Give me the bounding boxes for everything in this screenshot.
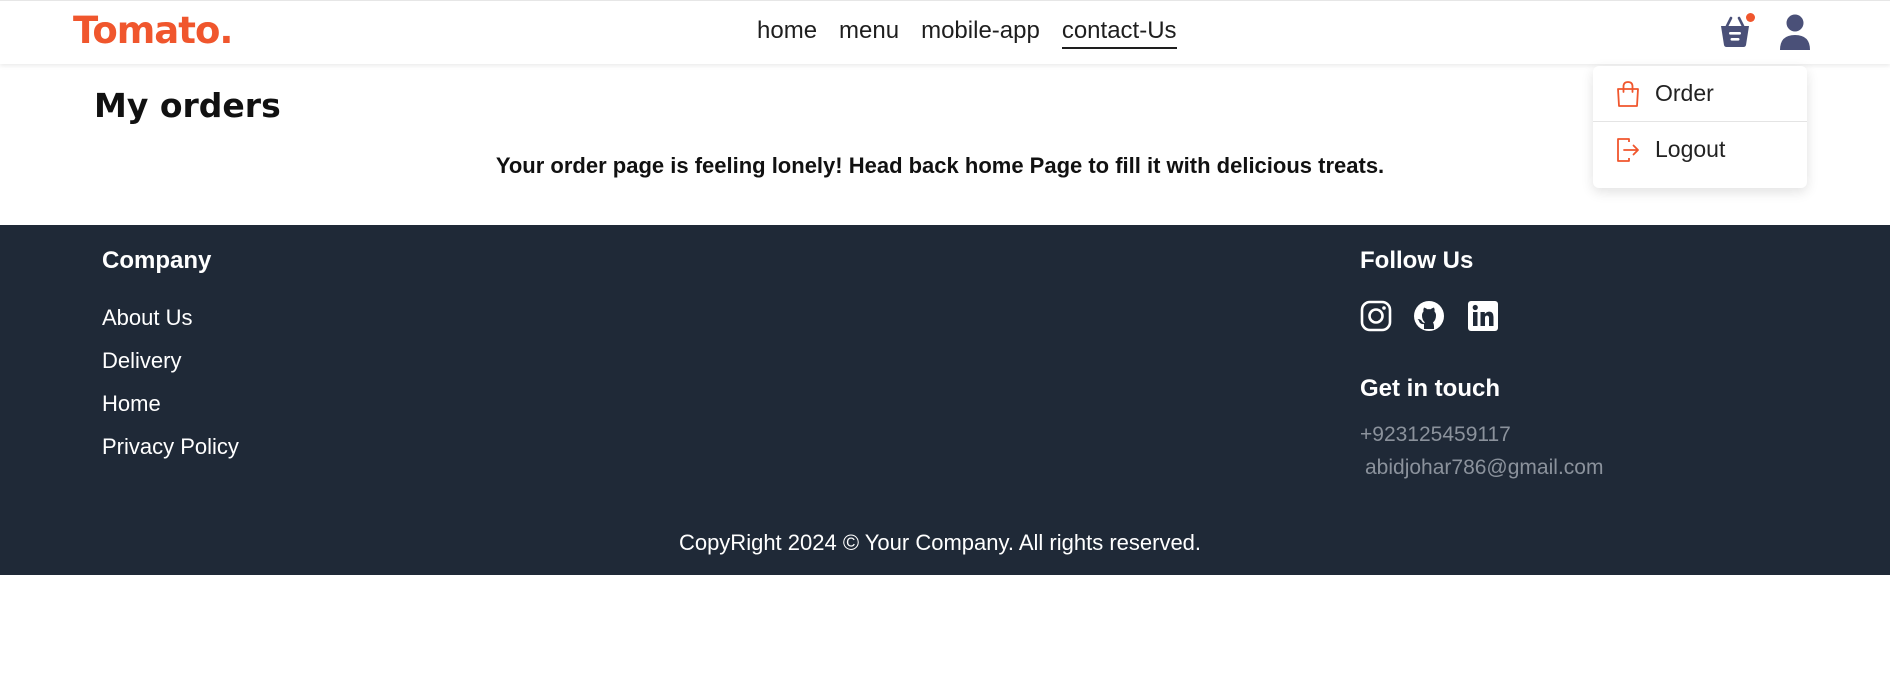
github-icon[interactable] bbox=[1413, 300, 1445, 332]
dropdown-item-order[interactable]: Order bbox=[1593, 66, 1807, 122]
footer-company-heading: Company bbox=[102, 247, 212, 274]
footer-phone: +923125459117 bbox=[1360, 423, 1511, 446]
empty-orders-message: Your order page is feeling lonely! Head … bbox=[495, 153, 1385, 178]
page-title: My orders bbox=[94, 86, 281, 125]
footer: Company About Us Delivery Home Privacy P… bbox=[0, 225, 1890, 575]
footer-link-delivery[interactable]: Delivery bbox=[102, 348, 181, 374]
footer-link-about-us[interactable]: About Us bbox=[102, 305, 193, 331]
footer-contact-heading: Get in touch bbox=[1360, 375, 1500, 402]
instagram-icon[interactable] bbox=[1360, 300, 1392, 332]
footer-link-privacy-policy[interactable]: Privacy Policy bbox=[102, 434, 239, 460]
footer-email: abidjohar786@gmail.com bbox=[1365, 456, 1604, 479]
navbar: Tomato. home menu mobile-app contact-Us bbox=[0, 0, 1890, 64]
nav-link-mobile-app[interactable]: mobile-app bbox=[921, 17, 1040, 49]
logo[interactable]: Tomato. bbox=[73, 9, 233, 52]
footer-link-home[interactable]: Home bbox=[102, 391, 161, 417]
nav-links: home menu mobile-app contact-Us bbox=[757, 17, 1177, 49]
footer-copyright: CopyRight 2024 © Your Company. All right… bbox=[678, 530, 1202, 555]
nav-link-home[interactable]: home bbox=[757, 17, 817, 49]
nav-link-contact-us[interactable]: contact-Us bbox=[1061, 17, 1177, 49]
cart-badge-dot bbox=[1746, 13, 1755, 22]
linkedin-icon[interactable] bbox=[1467, 300, 1499, 332]
user-icon[interactable] bbox=[1778, 13, 1812, 51]
dropdown-label-order: Order bbox=[1655, 80, 1714, 106]
bag-icon bbox=[1617, 80, 1639, 107]
nav-link-menu[interactable]: menu bbox=[839, 17, 899, 49]
footer-follow-heading: Follow Us bbox=[1360, 247, 1474, 274]
